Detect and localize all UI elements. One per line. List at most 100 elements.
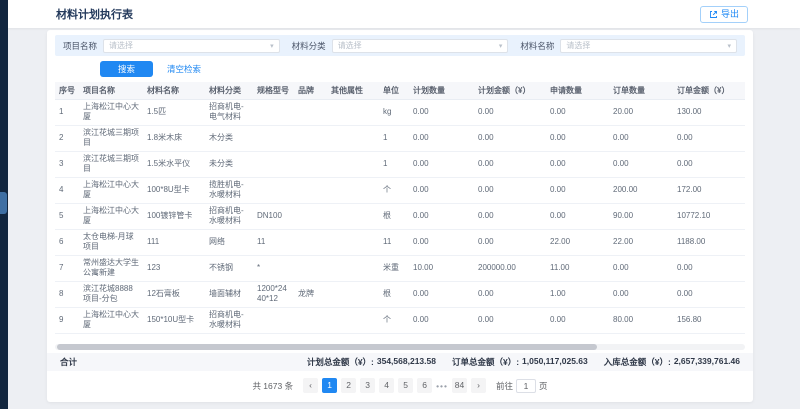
summary-total-label: 合计 [60,356,77,368]
pagination-total-count: 共 1673 条 [252,380,293,392]
table-cell: 20.00 [609,99,673,125]
table-row[interactable]: 8滨江花城8888项目-分包12石膏板墙面辅材1200*2440*12龙牌根0.… [55,281,745,307]
table-cell: 0.00 [409,203,474,229]
table-cell: 太仓电梯-月球项目 [79,229,143,255]
goto-prefix-label: 前往 [496,380,513,392]
chevron-down-icon: ▾ [728,42,732,50]
table-cell: 7 [55,255,79,281]
table-cell: 0.00 [474,151,546,177]
topbar: 材料计划执行表 导出 [8,0,800,28]
export-button-label: 导出 [721,10,739,19]
page-button-2[interactable]: 2 [341,378,356,393]
goto-page-input[interactable] [516,379,536,393]
table-cell: 0.00 [673,281,745,307]
table-cell [294,99,327,125]
horizontal-scrollbar[interactable] [55,344,745,350]
table-row[interactable]: 9上海松江中心大厦150*10U型卡招商机电-水暖材料个0.000.000.00… [55,307,745,333]
page-button-4[interactable]: 4 [379,378,394,393]
filter-label-project-name: 项目名称 [63,40,97,52]
chevron-down-icon: ▾ [270,42,274,50]
order-total-amount: 订单总金额（¥）: 1,050,117,025.63 [452,356,588,368]
table-cell: 0.00 [546,177,609,203]
table-row[interactable]: 1上海松江中心大厦1.5匹招商机电-电气材料kg0.000.000.0020.0… [55,99,745,125]
planned-total-amount: 计划总金额（¥）: 354,568,213.58 [307,356,436,368]
table-cell: 滨江花城三期项目 [79,151,143,177]
clear-search-button[interactable]: 清空检索 [167,63,201,75]
column-header: 品牌 [294,82,327,99]
table-cell: 0.00 [474,229,546,255]
table-cell: 0.00 [673,125,745,151]
search-button[interactable]: 搜索 [100,61,153,78]
materials-table: 序号项目名称材料名称材料分类规格型号品牌其他属性单位计划数量计划金额（¥）申请数… [55,82,745,334]
table-row[interactable]: 2滨江花城三期项目1.8米木床木分类10.000.000.000.000.00 [55,125,745,151]
inbound-total-amount: 入库总金额（¥）: 2,657,339,761.46 [604,356,740,368]
table-cell [253,307,294,333]
table-cell: 2 [55,125,79,151]
table-cell: 1 [379,125,409,151]
page-button-3[interactable]: 3 [360,378,375,393]
collapsed-sidebar[interactable] [0,0,8,409]
last-page-button[interactable]: 84 [452,378,467,393]
table-cell [294,125,327,151]
next-page-button[interactable]: › [471,378,486,393]
page-button-1[interactable]: 1 [322,378,337,393]
table-row[interactable]: 7常州盛达大学生公寓新建123不锈钢*米重10.00200000.0011.00… [55,255,745,281]
table-cell: 1 [379,151,409,177]
column-header: 计划金额（¥） [474,82,546,99]
table-cell: * [253,255,294,281]
table-cell: 22.00 [609,229,673,255]
table-cell [253,151,294,177]
table-cell: 90.00 [609,203,673,229]
table-cell [253,177,294,203]
table-cell [327,307,379,333]
table-cell: 0.00 [673,151,745,177]
material-name-select[interactable]: 请选择 ▾ [560,39,737,53]
filter-label-material-category: 材料分类 [292,40,326,52]
table-body: 1上海松江中心大厦1.5匹招商机电-电气材料kg0.000.000.0020.0… [55,99,745,333]
table-cell: 150*10U型卡 [143,307,205,333]
table-cell [327,99,379,125]
table-row[interactable]: 5上海松江中心大厦100镀锌管卡招商机电-水暖材料DN100根0.000.000… [55,203,745,229]
table-cell [294,203,327,229]
table-row[interactable]: 4上海松江中心大厦100*8U型卡揽胜机电-水暖材料个0.000.000.002… [55,177,745,203]
material-category-select[interactable]: 请选择 ▾ [332,39,509,53]
table-cell [327,229,379,255]
goto-suffix-label: 页 [539,380,548,392]
project-name-select[interactable]: 请选择 ▾ [103,39,280,53]
table-cell: 0.00 [409,177,474,203]
sidebar-expand-handle[interactable] [0,192,7,214]
table-row[interactable]: 3滨江花城三期项目1.5米水平仪未分类10.000.000.000.000.00 [55,151,745,177]
page-button-5[interactable]: 5 [398,378,413,393]
table-cell: 200000.00 [474,255,546,281]
table-cell: 0.00 [409,151,474,177]
table-cell: 1188.00 [673,229,745,255]
table-cell: 0.00 [546,125,609,151]
table-header-row: 序号项目名称材料名称材料分类规格型号品牌其他属性单位计划数量计划金额（¥）申请数… [55,82,745,99]
table-row[interactable]: 6太仓电梯-月球项目111网络11110.000.0022.0022.00118… [55,229,745,255]
column-header: 订单金额（¥） [673,82,745,99]
column-header: 单位 [379,82,409,99]
filter-group-material: 材料名称 请选择 ▾ [520,39,737,53]
table-cell: 0.00 [474,125,546,151]
table-cell: 22.00 [546,229,609,255]
column-header: 订单数量 [609,82,673,99]
table-cell: 未分类 [205,151,253,177]
filter-panel: 项目名称 请选择 ▾ 材料分类 请选择 ▾ 材料名称 请选择 ▾ [55,35,745,56]
prev-page-button[interactable]: ‹ [303,378,318,393]
table-cell: 1.5匹 [143,99,205,125]
filter-group-project: 项目名称 请选择 ▾ [63,39,280,53]
horizontal-scrollbar-thumb[interactable] [57,344,597,350]
export-button[interactable]: 导出 [700,6,748,23]
material-name-placeholder: 请选择 [566,40,727,51]
table-cell: 墙面辅材 [205,281,253,307]
table-cell: 8 [55,281,79,307]
table-cell: 0.00 [409,125,474,151]
filter-group-category: 材料分类 请选择 ▾ [292,39,509,53]
table-cell: 龙牌 [294,281,327,307]
page-button-6[interactable]: 6 [417,378,432,393]
table-cell [327,177,379,203]
table-cell: 0.00 [409,307,474,333]
pagination-bar: 共 1673 条 ‹ 123456 ••• 84 › 前往 页 [47,378,753,393]
table-cell: 米重 [379,255,409,281]
table-cell: 100*8U型卡 [143,177,205,203]
